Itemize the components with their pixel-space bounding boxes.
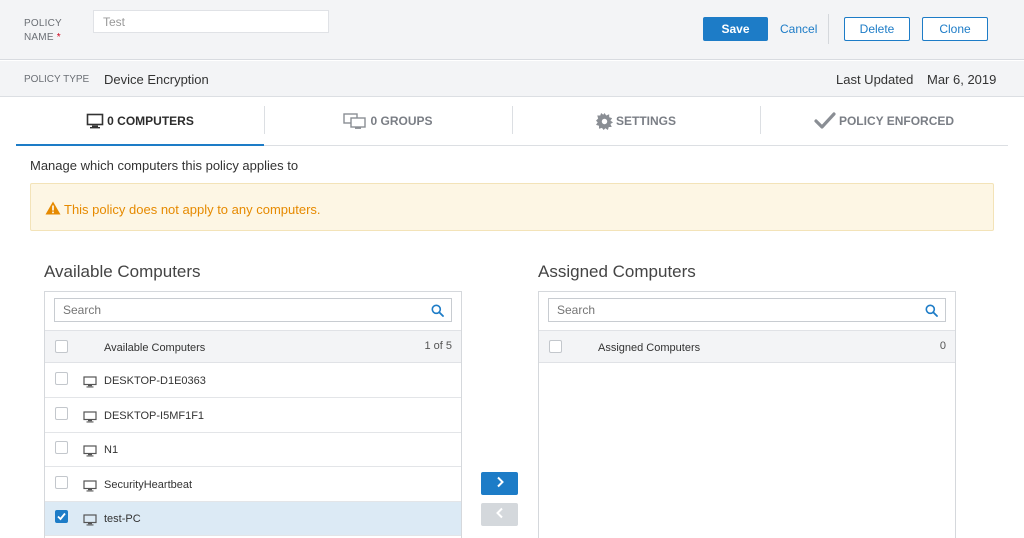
chevron-left-icon [495, 507, 505, 522]
assigned-count: 0 [939, 340, 946, 352]
monitor-icon [83, 410, 97, 423]
save-button[interactable]: Save [703, 17, 768, 41]
policy-type-label: POLICY TYPE [24, 74, 90, 85]
assigned-search-input[interactable] [549, 299, 919, 321]
unassign-button[interactable] [481, 503, 518, 526]
monitor-icon [83, 479, 97, 492]
clone-button[interactable]: Clone [922, 17, 988, 41]
policy-tabs: 0 COMPUTERS 0 GROUPS SETTINGS POLICY ENF… [16, 97, 1008, 146]
available-search-input[interactable] [55, 299, 425, 321]
select-all-available-checkbox[interactable] [55, 340, 68, 353]
assign-button[interactable] [481, 472, 518, 495]
row-checkbox[interactable] [55, 510, 68, 523]
delete-button[interactable]: Delete [844, 17, 910, 41]
row-checkbox[interactable] [55, 475, 68, 489]
select-all-assigned-checkbox[interactable] [549, 340, 562, 353]
policy-name-input[interactable] [93, 10, 329, 33]
available-list-header-label: Available Computers [104, 342, 206, 354]
available-list-header: Available Computers 1 of 5 [45, 330, 461, 363]
policy-name-label-line1: POLICY [24, 18, 62, 29]
warning-icon [45, 201, 61, 218]
monitor-icon [86, 113, 104, 129]
row-checkbox[interactable] [55, 441, 68, 454]
last-updated-value: Mar 6, 2019 [927, 72, 997, 87]
search-icon[interactable] [925, 304, 938, 320]
manage-description: Manage which computers this policy appli… [30, 158, 299, 173]
search-icon[interactable] [431, 304, 444, 320]
monitor-icon [83, 376, 97, 388]
policy-type-bar: POLICY TYPE Device Encryption Last Updat… [0, 61, 1024, 97]
available-search-box [54, 298, 452, 322]
available-computers-panel: Available Computers 1 of 5 DESKTOP-D1E03… [44, 291, 462, 538]
tab-computers[interactable]: 0 COMPUTERS [16, 97, 264, 146]
policy-name-label: POLICY NAME * [24, 17, 62, 45]
list-item[interactable]: test-PC [45, 502, 461, 536]
monitors-group-icon [343, 112, 367, 130]
tab-groups-label: 0 GROUPS [370, 114, 433, 128]
checkmark-icon [814, 112, 836, 130]
list-item[interactable]: SecurityHeartbeat [45, 467, 461, 502]
tab-groups[interactable]: 0 GROUPS [264, 97, 512, 145]
policy-type-value: Device Encryption [104, 72, 209, 87]
tab-computers-label: 0 COMPUTERS [107, 113, 194, 128]
list-item[interactable]: DESKTOP-D1E0363 [45, 364, 461, 398]
tab-settings-label: SETTINGS [615, 114, 676, 128]
row-checkbox[interactable] [55, 406, 68, 420]
policy-header: POLICY NAME * Save Cancel Delete Clone [0, 0, 1024, 60]
computer-name: N1 [104, 444, 119, 456]
assigned-search-box [548, 298, 946, 322]
cancel-link[interactable]: Cancel [780, 22, 817, 36]
available-count: 1 of 5 [424, 340, 452, 352]
tab-policy-enforced[interactable]: POLICY ENFORCED [760, 97, 1008, 145]
chevron-right-icon [495, 476, 505, 491]
warning-banner: This policy does not apply to any comput… [30, 183, 994, 231]
policy-name-label-line2: NAME [24, 32, 54, 43]
monitor-icon [83, 514, 97, 526]
assigned-list-header: Assigned Computers 0 [539, 330, 955, 363]
assigned-computers-title: Assigned Computers [538, 262, 696, 281]
assigned-computers-panel: Assigned Computers 0 [538, 291, 956, 538]
required-marker: * [56, 32, 61, 43]
row-checkbox[interactable] [55, 372, 68, 385]
warning-text: This policy does not apply to any comput… [64, 202, 321, 217]
last-updated-label: Last Updated [836, 72, 914, 87]
available-computers-title: Available Computers [44, 262, 201, 281]
computer-name: SecurityHeartbeat [104, 478, 193, 491]
list-item[interactable]: N1 [45, 433, 461, 467]
computer-name: DESKTOP-D1E0363 [104, 375, 206, 387]
tab-settings[interactable]: SETTINGS [512, 97, 760, 145]
computer-name: test-PC [104, 513, 141, 525]
list-item[interactable]: DESKTOP-I5MF1F1 [45, 398, 461, 433]
header-divider [828, 14, 829, 44]
assigned-list-header-label: Assigned Computers [598, 342, 701, 354]
computer-name: DESKTOP-I5MF1F1 [104, 409, 205, 422]
tab-policy-enforced-label: POLICY ENFORCED [838, 114, 955, 128]
monitor-icon [83, 445, 97, 457]
gear-icon [595, 112, 613, 130]
